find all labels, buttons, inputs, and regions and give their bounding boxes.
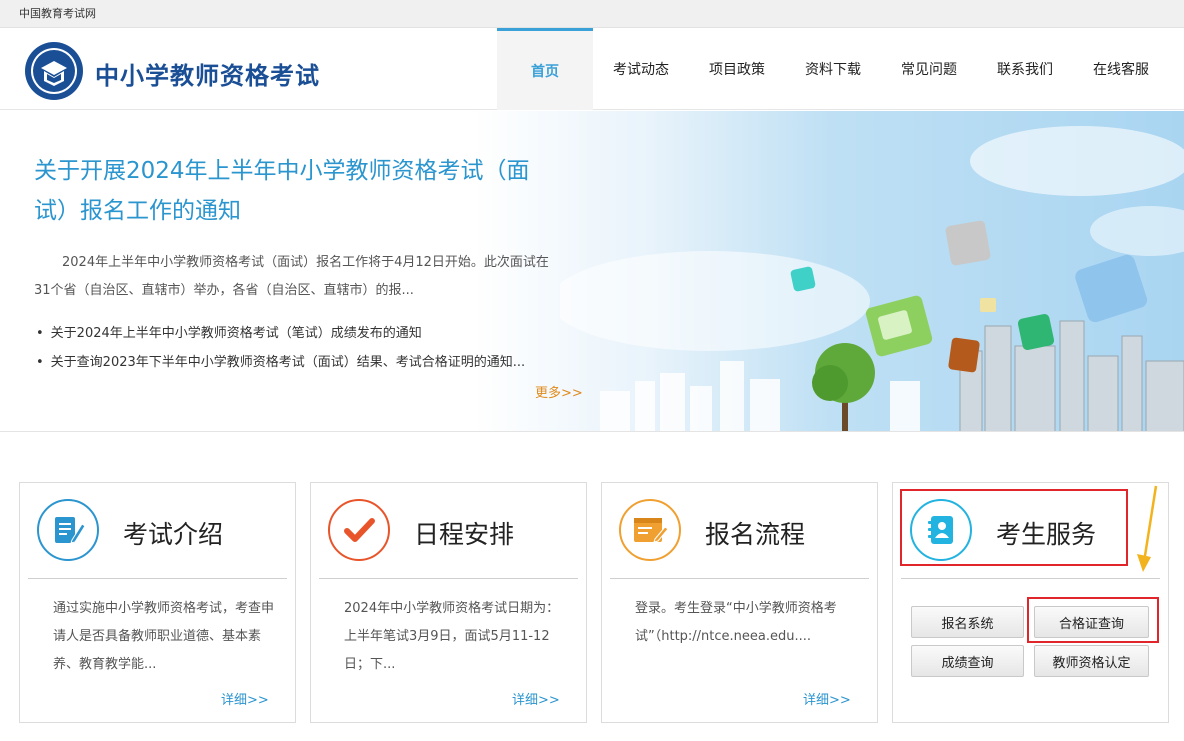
card-description: 登录。考生登录“中小学教师资格考试”（http://ntce.neea.edu.… — [635, 601, 837, 644]
top-bar: 中国教育考试网 — [0, 0, 1184, 28]
nav-faq[interactable]: 常见问题 — [881, 28, 977, 110]
neea-home-link[interactable]: 中国教育考试网 — [19, 5, 96, 21]
more-news-link[interactable]: 更多>> — [535, 382, 583, 401]
nav-policy[interactable]: 项目政策 — [689, 28, 785, 110]
nav-downloads[interactable]: 资料下载 — [785, 28, 881, 110]
card-description: 通过实施中小学教师资格考试，考查申请人是否具备教师职业道德、基本素养、教育教学能… — [53, 601, 275, 672]
card-schedule: 日程安排 2024年中小学教师资格考试日期为：上半年笔试3月9日，面试5月11-… — [310, 482, 587, 723]
main-nav: 首页 考试动态 项目政策 资料下载 常见问题 联系我们 在线客服 — [497, 28, 1169, 110]
card-registration-process: 报名流程 登录。考生登录“中小学教师资格考试”（http://ntce.neea… — [601, 482, 878, 723]
document-pen-icon — [37, 499, 99, 561]
divider — [319, 578, 578, 579]
card-title[interactable]: 日程安排 — [414, 515, 514, 551]
card-exam-intro: 考试介绍 通过实施中小学教师资格考试，考查申请人是否具备教师职业道德、基本素养、… — [19, 482, 296, 723]
site-header: 中小学教师资格考试 首页 考试动态 项目政策 资料下载 常见问题 联系我们 在线… — [0, 28, 1184, 110]
teacher-certification-button[interactable]: 教师资格认定 — [1034, 645, 1149, 677]
headline-summary: 2024年上半年中小学教师资格考试（面试）报名工作将于4月12日开始。此次面试在… — [34, 255, 549, 298]
detail-link[interactable]: 详细>> — [512, 689, 560, 708]
divider — [901, 578, 1160, 579]
checkmark-icon — [328, 499, 390, 561]
card-title[interactable]: 考试介绍 — [123, 515, 223, 551]
card-title[interactable]: 报名流程 — [705, 515, 805, 551]
nav-exam-news[interactable]: 考试动态 — [593, 28, 689, 110]
news-banner: 关于开展2024年上半年中小学教师资格考试（面试）报名工作的通知 2024年上半… — [0, 111, 1184, 432]
news-item[interactable]: 关于查询2023年下半年中小学教师资格考试（面试）结果、考试合格证明的通知... — [36, 348, 525, 377]
highlight-box — [1027, 597, 1159, 643]
site-title[interactable]: 中小学教师资格考试 — [95, 56, 320, 91]
card-title[interactable]: 考生服务 — [996, 515, 1096, 551]
detail-link[interactable]: 详细>> — [803, 689, 851, 708]
registration-system-button[interactable]: 报名系统 — [911, 606, 1024, 638]
headline-link[interactable]: 关于开展2024年上半年中小学教师资格考试（面试）报名工作的通知 — [34, 151, 564, 231]
banner-city-illustration — [560, 126, 1184, 431]
contacts-book-icon — [910, 499, 972, 561]
card-candidate-service: 考生服务 报名系统 合格证查询 成绩查询 教师资格认定 — [892, 482, 1169, 723]
card-description: 2024年中小学教师资格考试日期为：上半年笔试3月9日，面试5月11-12日；下… — [344, 601, 560, 672]
news-item[interactable]: 关于2024年上半年中小学教师资格考试（笔试）成绩发布的通知 — [36, 319, 525, 348]
annotation-arrow-icon — [1137, 485, 1158, 572]
divider — [610, 578, 869, 579]
detail-link[interactable]: 详细>> — [221, 689, 269, 708]
nav-home[interactable]: 首页 — [497, 28, 593, 110]
divider — [28, 578, 287, 579]
news-list: 关于2024年上半年中小学教师资格考试（笔试）成绩发布的通知 关于查询2023年… — [36, 319, 525, 377]
site-logo-icon[interactable] — [24, 41, 84, 101]
form-edit-icon — [619, 499, 681, 561]
nav-contact[interactable]: 联系我们 — [977, 28, 1073, 110]
score-query-button[interactable]: 成绩查询 — [911, 645, 1024, 677]
nav-online-service[interactable]: 在线客服 — [1073, 28, 1169, 110]
